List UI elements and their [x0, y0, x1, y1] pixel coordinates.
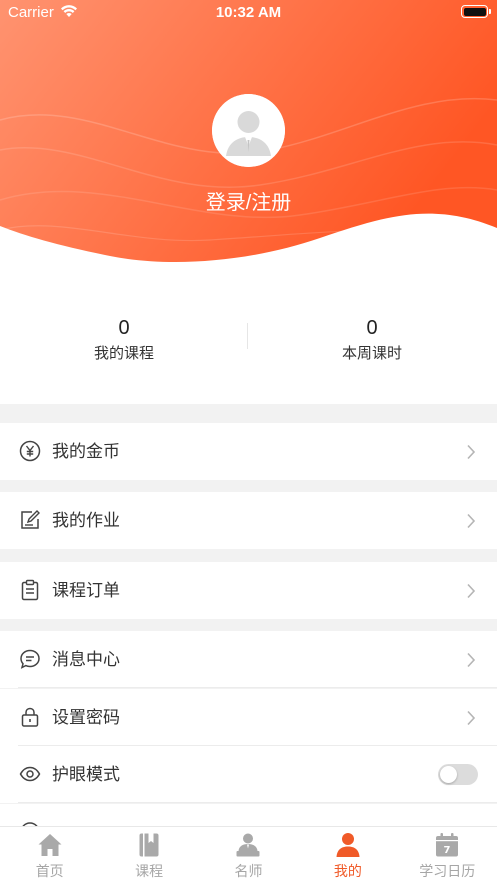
chevron-right-icon	[467, 652, 476, 668]
menu-label: 我的作业	[52, 511, 120, 530]
stat-value: 0	[366, 317, 378, 339]
eye-icon	[19, 766, 41, 782]
avatar[interactable]	[212, 94, 285, 167]
coin-icon	[19, 440, 41, 462]
menu-item-homework[interactable]: 我的作业	[0, 492, 497, 549]
menu-item-password[interactable]: 设置密码	[0, 689, 497, 746]
teacher-icon	[236, 833, 260, 857]
status-bar: Carrier 10:32 AM	[0, 0, 497, 26]
stat-label: 本周课时	[341, 345, 402, 362]
row-divider	[18, 802, 497, 803]
tab-teachers[interactable]: 名师	[199, 827, 298, 883]
menu-label: 护眼模式	[52, 765, 120, 784]
home-icon	[38, 834, 62, 856]
stat-value: 0	[118, 317, 130, 339]
menu-item-coins[interactable]: 我的金币	[0, 423, 497, 480]
eye-mode-toggle[interactable]	[438, 764, 478, 785]
clock: 10:32 AM	[215, 4, 282, 21]
tab-label: 学习日历	[419, 863, 476, 879]
menu-label: 消息中心	[52, 650, 120, 669]
tab-mine[interactable]: 我的	[298, 827, 397, 883]
menu-item-eye-mode: 护眼模式	[0, 746, 497, 803]
stat-label: 我的课程	[93, 345, 154, 362]
tab-courses[interactable]: 课程	[99, 827, 198, 883]
menu-item-orders[interactable]: 课程订单	[0, 562, 497, 619]
chat-bubble-icon	[20, 649, 40, 669]
tab-calendar[interactable]: 7 学习日历	[398, 827, 497, 883]
tab-label: 首页	[35, 863, 64, 879]
chevron-right-icon	[467, 513, 476, 529]
clipboard-icon	[21, 579, 39, 601]
calendar-icon: 7	[436, 833, 459, 857]
battery-icon	[461, 5, 491, 18]
menu-item-messages[interactable]: 消息中心	[0, 631, 497, 688]
person-icon	[336, 833, 360, 857]
chevron-right-icon	[467, 444, 476, 460]
stat-my-courses[interactable]: 0 我的课程	[0, 316, 248, 363]
menu-label: 课程订单	[52, 581, 120, 600]
tab-bar: 首页 课程 名师 我的 7 学习日历	[0, 826, 497, 883]
stats-panel: 0 我的课程 0 本周课时	[0, 290, 497, 404]
tab-home[interactable]: 首页	[0, 827, 99, 883]
stat-weekly-hours[interactable]: 0 本周课时	[248, 316, 496, 363]
login-register-link[interactable]: 登录/注册	[0, 186, 497, 215]
toggle-knob	[440, 766, 457, 783]
profile-header: Carrier 10:32 AM 登录/注册	[0, 0, 497, 290]
tab-label: 课程	[135, 863, 164, 879]
book-icon	[139, 833, 159, 857]
menu-label: 我的金币	[52, 442, 120, 461]
default-avatar-icon	[212, 94, 285, 167]
svg-text:7: 7	[444, 845, 451, 856]
row-divider	[18, 687, 497, 688]
tab-label: 名师	[234, 863, 263, 879]
chevron-right-icon	[467, 710, 476, 726]
chevron-right-icon	[467, 583, 476, 599]
tab-label: 我的	[333, 863, 362, 879]
menu-label: 设置密码	[52, 708, 120, 727]
edit-icon	[21, 510, 40, 529]
lock-icon	[21, 707, 39, 727]
